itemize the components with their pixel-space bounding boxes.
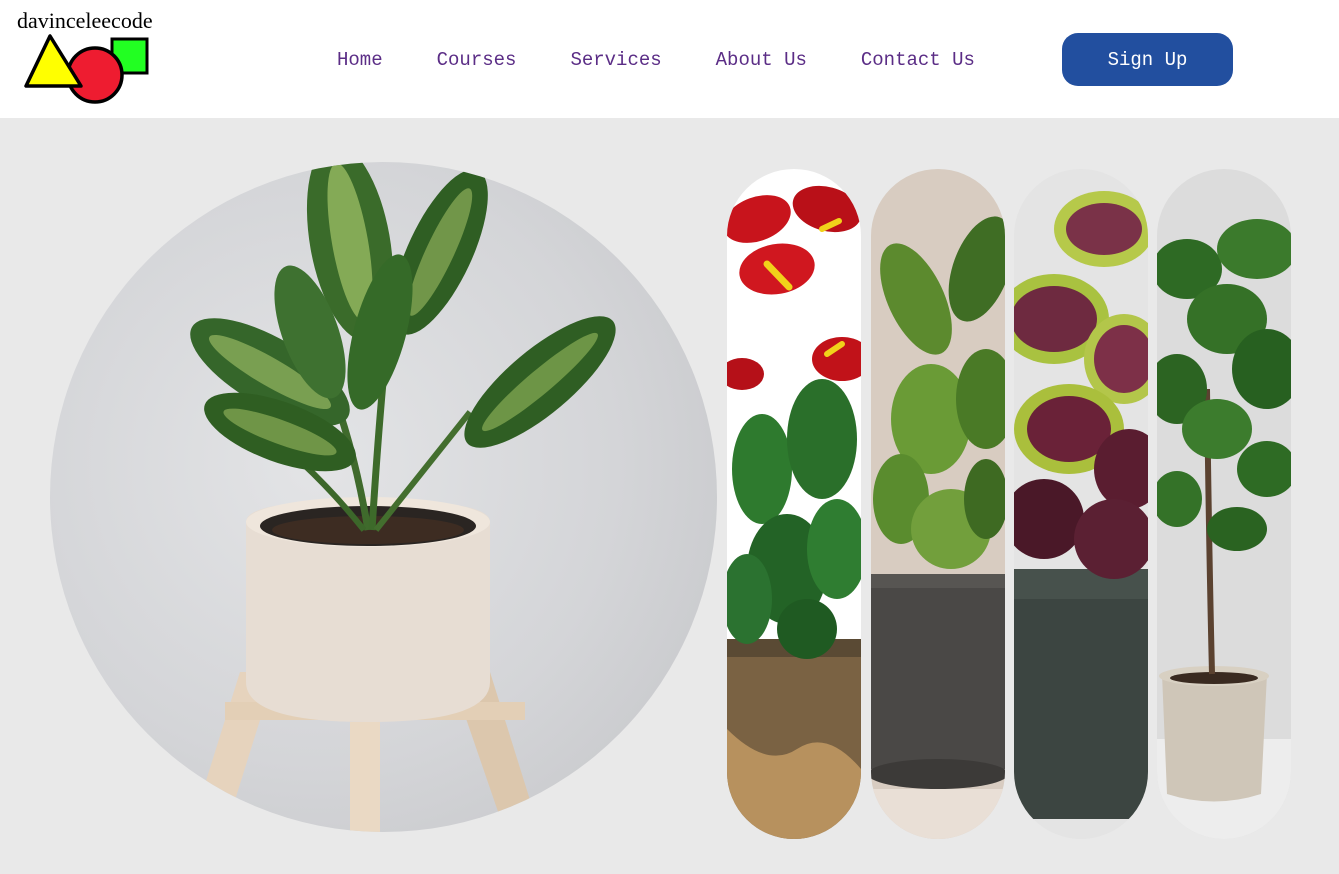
site-header: davinceleecode Home Courses Services Abo… [0,0,1339,118]
nav-courses-link[interactable]: Courses [437,49,517,71]
gallery-image-fiddle-fig[interactable] [871,169,1005,839]
brand-name: davinceleecode [17,8,153,33]
hero-plant-image [50,162,717,832]
sign-up-button[interactable]: Sign Up [1062,33,1233,86]
nav-about-us-link[interactable]: About Us [716,49,807,71]
nav-home-link[interactable]: Home [337,49,383,71]
gallery-image-coleus[interactable] [1014,169,1148,839]
hero-section [0,118,1339,874]
shapes-logo-icon[interactable] [24,33,152,107]
nav-services-link[interactable]: Services [570,49,661,71]
gallery-image-fiddle-tree[interactable] [1157,169,1291,839]
nav-contact-us-link[interactable]: Contact Us [861,49,975,71]
main-nav: Home Courses Services About Us Contact U… [310,33,1002,86]
gallery-image-anthurium[interactable] [727,169,861,839]
